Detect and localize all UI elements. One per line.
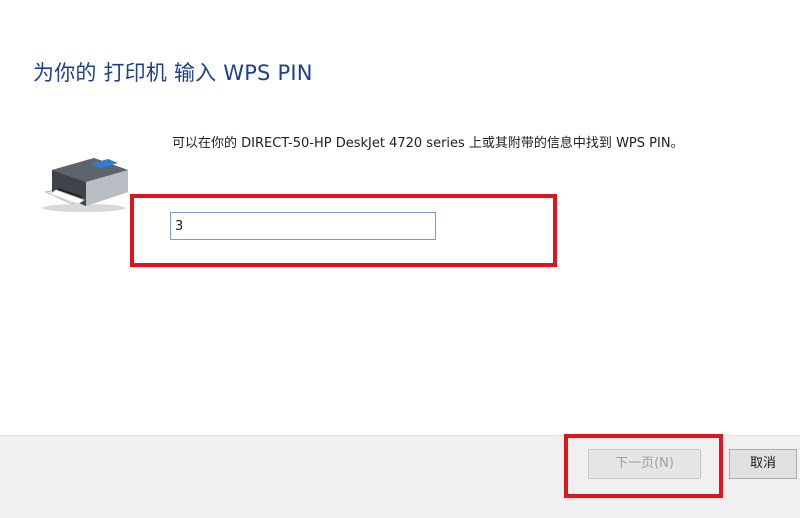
- instruction-text: 可以在你的 DIRECT-50-HP DeskJet 4720 series 上…: [172, 136, 684, 151]
- printer-icon: [38, 148, 134, 214]
- cancel-button[interactable]: 取消: [729, 449, 797, 479]
- wps-pin-dialog: 为你的 打印机 输入 WPS PIN 可以在你的 DIRECT-50-HP De…: [0, 0, 800, 518]
- dialog-title: 为你的 打印机 输入 WPS PIN: [33, 61, 313, 85]
- next-button[interactable]: 下一页(N): [588, 449, 701, 479]
- wps-pin-input[interactable]: [170, 212, 436, 240]
